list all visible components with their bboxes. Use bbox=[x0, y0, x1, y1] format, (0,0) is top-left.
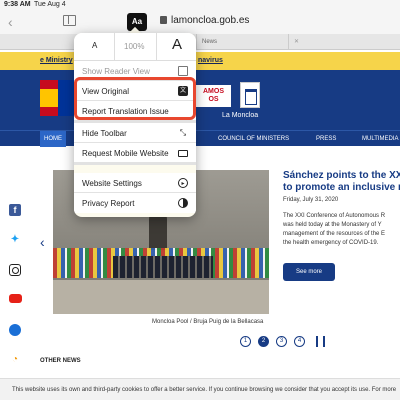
other-news-heading: OTHER NEWS bbox=[40, 358, 81, 364]
carousel-prev-icon[interactable]: ‹ bbox=[40, 234, 45, 250]
see-more-button[interactable]: See more bbox=[283, 263, 335, 281]
menu-item-label: Request Mobile Website bbox=[82, 149, 169, 158]
divider bbox=[156, 33, 157, 61]
resize-arrows-icon: ⤡ bbox=[179, 128, 187, 137]
status-bar: 9:38 AM Tue Aug 4 bbox=[0, 0, 400, 10]
font-larger-button[interactable]: A bbox=[172, 36, 182, 53]
settings-circle-icon: ▸ bbox=[178, 178, 188, 188]
address-bar[interactable]: lamoncloa.gob.es bbox=[160, 15, 360, 29]
status-date: Tue Aug 4 bbox=[34, 1, 66, 8]
reader-menu-popover: A 100% A Show Reader View View Original … bbox=[74, 33, 196, 217]
moncloa-logo-icon[interactable] bbox=[240, 82, 260, 108]
screen-icon bbox=[178, 150, 188, 157]
article-body: The XXI Conference of Autonomous R was h… bbox=[283, 212, 400, 248]
tab-label: News bbox=[202, 39, 218, 45]
covid-banner: e Ministry navirus bbox=[0, 52, 400, 70]
menu-hide-toolbar[interactable]: Hide Toolbar ⤡ bbox=[74, 123, 196, 143]
flickr-icon[interactable] bbox=[9, 324, 21, 336]
instagram-icon[interactable] bbox=[9, 264, 21, 276]
article-title[interactable]: Sánchez points to the XXI Conf to promot… bbox=[283, 170, 400, 194]
menu-request-mobile-website[interactable]: Request Mobile Website bbox=[74, 143, 196, 165]
book-icon[interactable] bbox=[63, 15, 76, 26]
menu-website-settings[interactable]: Website Settings ▸ bbox=[74, 173, 196, 193]
cookie-banner: This website uses its own and third-part… bbox=[0, 378, 400, 400]
covid-link-left[interactable]: e Ministry bbox=[40, 57, 73, 64]
menu-privacy-report[interactable]: Privacy Report bbox=[74, 193, 196, 213]
twitter-icon[interactable]: ✦ bbox=[9, 234, 21, 246]
covid-link-right[interactable]: navirus bbox=[198, 57, 223, 64]
privacy-shield-icon bbox=[178, 198, 188, 208]
reader-icon bbox=[178, 66, 188, 76]
menu-item-label: Show Reader View bbox=[82, 67, 150, 76]
menu-item-label: Privacy Report bbox=[82, 199, 135, 208]
tab-empty[interactable]: ✕ bbox=[288, 34, 400, 50]
chevron-left-icon[interactable]: ‹ bbox=[8, 14, 13, 30]
font-zoom-level: 100% bbox=[124, 42, 145, 51]
main-nav: HOME COUNCIL OF MINISTERS PRESS MULTIMED… bbox=[0, 130, 400, 147]
social-sidebar: f ✦ ◔ bbox=[0, 196, 30, 376]
page-dot-active[interactable]: 2 bbox=[258, 336, 269, 347]
close-icon[interactable]: ✕ bbox=[294, 39, 299, 45]
youtube-icon[interactable] bbox=[9, 294, 22, 303]
gov-logo-line2: OS bbox=[208, 96, 219, 103]
nav-council[interactable]: COUNCIL OF MINISTERS bbox=[218, 136, 289, 142]
photo-people bbox=[113, 256, 213, 278]
font-smaller-button[interactable]: A bbox=[92, 41, 97, 50]
spain-flag-icon bbox=[40, 80, 58, 116]
cookie-text: This website uses its own and third-part… bbox=[12, 387, 397, 393]
page-dot[interactable]: 1 bbox=[240, 336, 251, 347]
facebook-icon[interactable]: f bbox=[9, 204, 21, 216]
gov-logo[interactable]: AMOS OS bbox=[196, 85, 231, 107]
article-body-line: was held today at the Monastery of Y bbox=[283, 222, 382, 228]
photo-caption: Moncloa Pool / Bruja Puig de la Bellacas… bbox=[152, 319, 264, 325]
photo-ground bbox=[53, 280, 269, 314]
highlight-outline bbox=[74, 77, 196, 120]
page-dot[interactable]: 3 bbox=[276, 336, 287, 347]
site-name: La Moncloa bbox=[222, 112, 259, 119]
article-body-line: the health emergency of COVID-19. bbox=[283, 240, 379, 246]
rss-icon[interactable]: ◔ bbox=[9, 354, 21, 366]
page-dot[interactable]: 4 bbox=[294, 336, 305, 347]
pause-icon[interactable] bbox=[316, 336, 325, 347]
tab-news[interactable]: News bbox=[196, 34, 288, 50]
divider bbox=[114, 33, 115, 61]
menu-item-label: Hide Toolbar bbox=[82, 129, 127, 138]
gov-logo-line1: AMOS bbox=[203, 88, 224, 95]
browser-toolbar: ‹ Aa lamoncloa.gob.es bbox=[0, 10, 400, 34]
nav-multimedia[interactable]: MULTIMEDIA bbox=[362, 136, 399, 142]
lock-icon bbox=[160, 16, 167, 24]
font-size-row: A 100% A bbox=[74, 33, 196, 61]
address-url: lamoncloa.gob.es bbox=[171, 15, 250, 26]
tab-bar: News ✕ bbox=[0, 34, 400, 50]
menu-item-label: Website Settings bbox=[82, 179, 142, 188]
nav-press[interactable]: PRESS bbox=[316, 136, 336, 142]
nav-home[interactable]: HOME bbox=[40, 131, 66, 147]
article-title-line2: to promote an inclusive recove bbox=[283, 182, 400, 193]
article-date: Friday, July 31, 2020 bbox=[283, 197, 339, 203]
article-title-line1: Sánchez points to the XXI Conf bbox=[283, 170, 400, 181]
article-body-line: management of the resources of the E bbox=[283, 231, 386, 237]
status-time: 9:38 AM bbox=[4, 1, 31, 8]
article-body-line: The XXI Conference of Autonomous R bbox=[283, 213, 386, 219]
